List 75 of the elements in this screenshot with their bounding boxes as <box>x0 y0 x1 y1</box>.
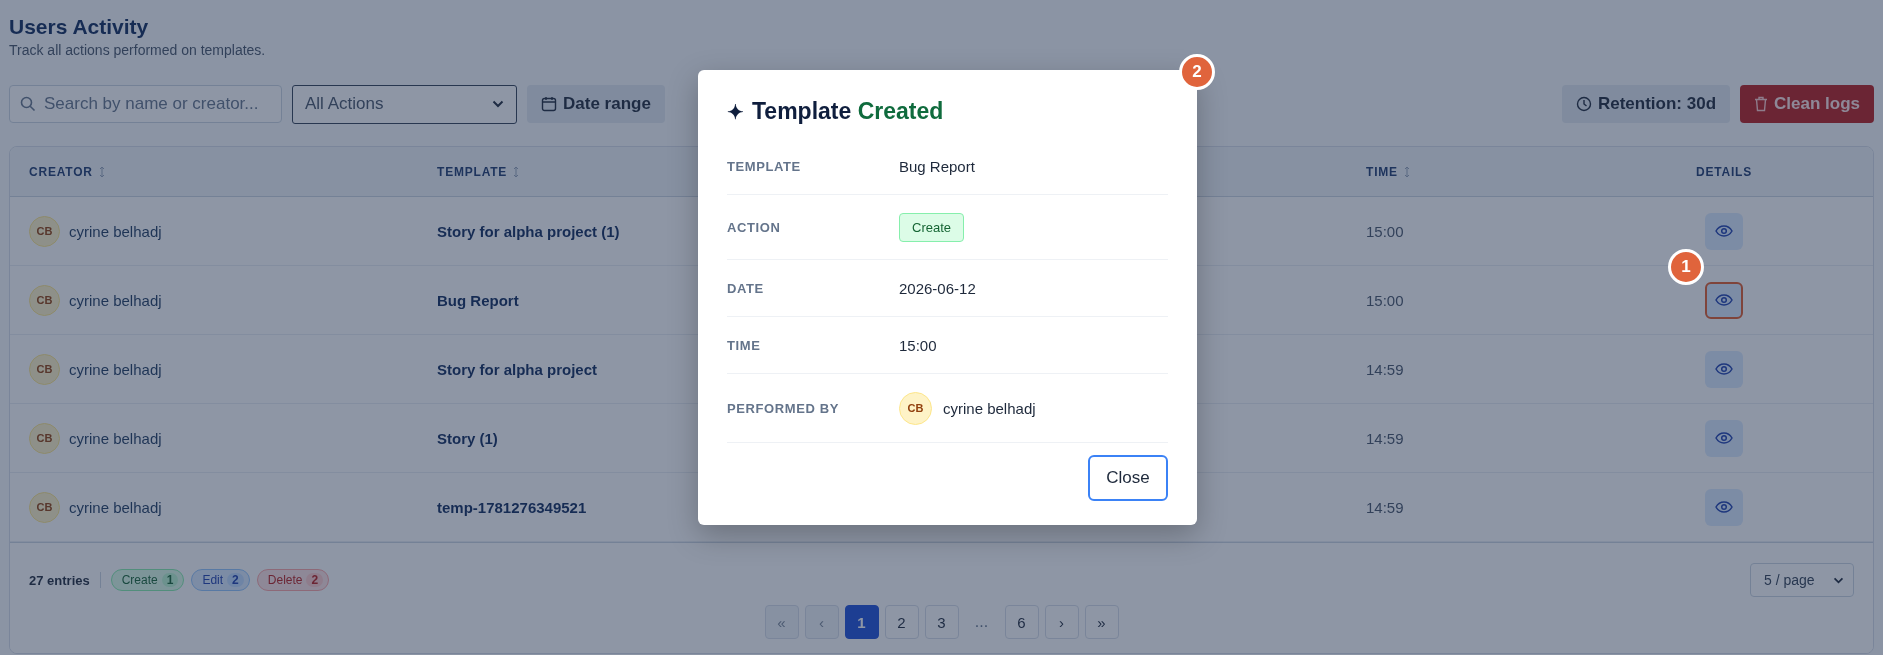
callout-badge: 1 <box>1668 248 1704 285</box>
template-name: Story for alpha project <box>437 360 598 378</box>
column-header: DETAILS <box>1695 164 1752 179</box>
template-name: Bug Report <box>437 291 519 309</box>
action-tag: Create <box>899 212 965 242</box>
entries-count: 27 entries <box>29 572 90 588</box>
view-details-button[interactable] <box>1705 419 1743 457</box>
field-label: TEMPLATE <box>727 158 802 174</box>
user-name: cyrine belhadj <box>943 399 1036 417</box>
action-count-tag[interactable]: Delete 2 <box>256 569 330 591</box>
page-button[interactable]: › <box>1044 605 1079 639</box>
field-label: DATE <box>727 280 765 296</box>
eye-icon <box>1715 363 1733 375</box>
eye-icon <box>1715 432 1733 444</box>
field-value: Bug Report <box>899 157 975 175</box>
view-details-button[interactable] <box>1705 281 1743 319</box>
eye-icon <box>1715 225 1733 237</box>
page-size-dropdown[interactable]: 5 / page <box>1750 563 1854 597</box>
time-cell: 14:59 <box>1366 498 1404 516</box>
calendar-icon <box>541 96 557 112</box>
eye-icon <box>1715 294 1733 306</box>
creator-name: cyrine belhadj <box>69 222 162 240</box>
retention-button[interactable]: Retention: 30d <box>1561 85 1731 123</box>
date-range-button[interactable]: Date range <box>527 85 665 123</box>
creator-name: cyrine belhadj <box>69 498 162 516</box>
sparkle-icon: ✦ <box>727 99 744 124</box>
avatar: CB <box>29 491 60 523</box>
search-icon <box>20 96 36 112</box>
page-button[interactable]: 2 <box>884 605 919 639</box>
clean-logs-button[interactable]: Clean logs <box>1740 85 1874 123</box>
time-cell: 15:00 <box>1366 291 1404 309</box>
avatar: CB <box>29 215 60 247</box>
action-count-tag[interactable]: Create 1 <box>110 569 185 591</box>
callout-badge: 2 <box>1179 54 1215 90</box>
time-cell: 14:59 <box>1366 360 1404 378</box>
field-label: TIME <box>727 337 762 353</box>
field-label: PERFORMED BY <box>727 400 840 416</box>
avatar: CB <box>29 284 60 316</box>
page-button[interactable]: 6 <box>1004 605 1039 639</box>
view-details-button[interactable] <box>1705 488 1743 526</box>
trash-icon <box>1754 96 1769 112</box>
field-value: 15:00 <box>899 336 937 354</box>
page-button[interactable]: 3 <box>924 605 959 639</box>
column-header[interactable]: TIME <box>1366 164 1398 179</box>
template-name: Story (1) <box>437 429 498 447</box>
template-name: temp-1781276349521 <box>437 498 587 516</box>
time-cell: 15:00 <box>1366 222 1404 240</box>
chevron-down-icon <box>1833 576 1844 584</box>
column-header[interactable]: CREATOR <box>29 164 93 179</box>
view-details-button[interactable] <box>1705 212 1743 250</box>
page-button[interactable]: 1 <box>844 605 879 639</box>
pagination-ellipsis: ... <box>973 612 990 632</box>
avatar: CB <box>899 391 932 425</box>
page-title: Users Activity <box>9 14 150 40</box>
page-subtitle: Track all actions performed on templates. <box>9 42 267 58</box>
page-button[interactable]: » <box>1084 605 1119 639</box>
field-label: ACTION <box>727 219 782 235</box>
creator-name: cyrine belhadj <box>69 429 162 447</box>
avatar: CB <box>29 422 60 454</box>
action-count-tag[interactable]: Edit 2 <box>191 569 250 591</box>
field-value: 2026-06-12 <box>899 279 976 297</box>
time-cell: 14:59 <box>1366 429 1404 447</box>
template-name: Story for alpha project (1) <box>437 222 620 240</box>
dialog-title: Template Created <box>752 98 944 125</box>
eye-icon <box>1715 501 1733 513</box>
clock-icon <box>1575 96 1592 112</box>
creator-name: cyrine belhadj <box>69 360 162 378</box>
column-header[interactable]: TEMPLATE <box>437 164 508 179</box>
close-button[interactable]: Close <box>1088 455 1168 501</box>
avatar: CB <box>29 353 60 385</box>
view-details-button[interactable] <box>1705 350 1743 388</box>
search-field[interactable]: Search by name or creator... <box>9 85 282 123</box>
action-filter-dropdown[interactable]: All Actions <box>292 84 517 124</box>
chevron-down-icon <box>492 100 504 108</box>
creator-name: cyrine belhadj <box>69 291 162 309</box>
